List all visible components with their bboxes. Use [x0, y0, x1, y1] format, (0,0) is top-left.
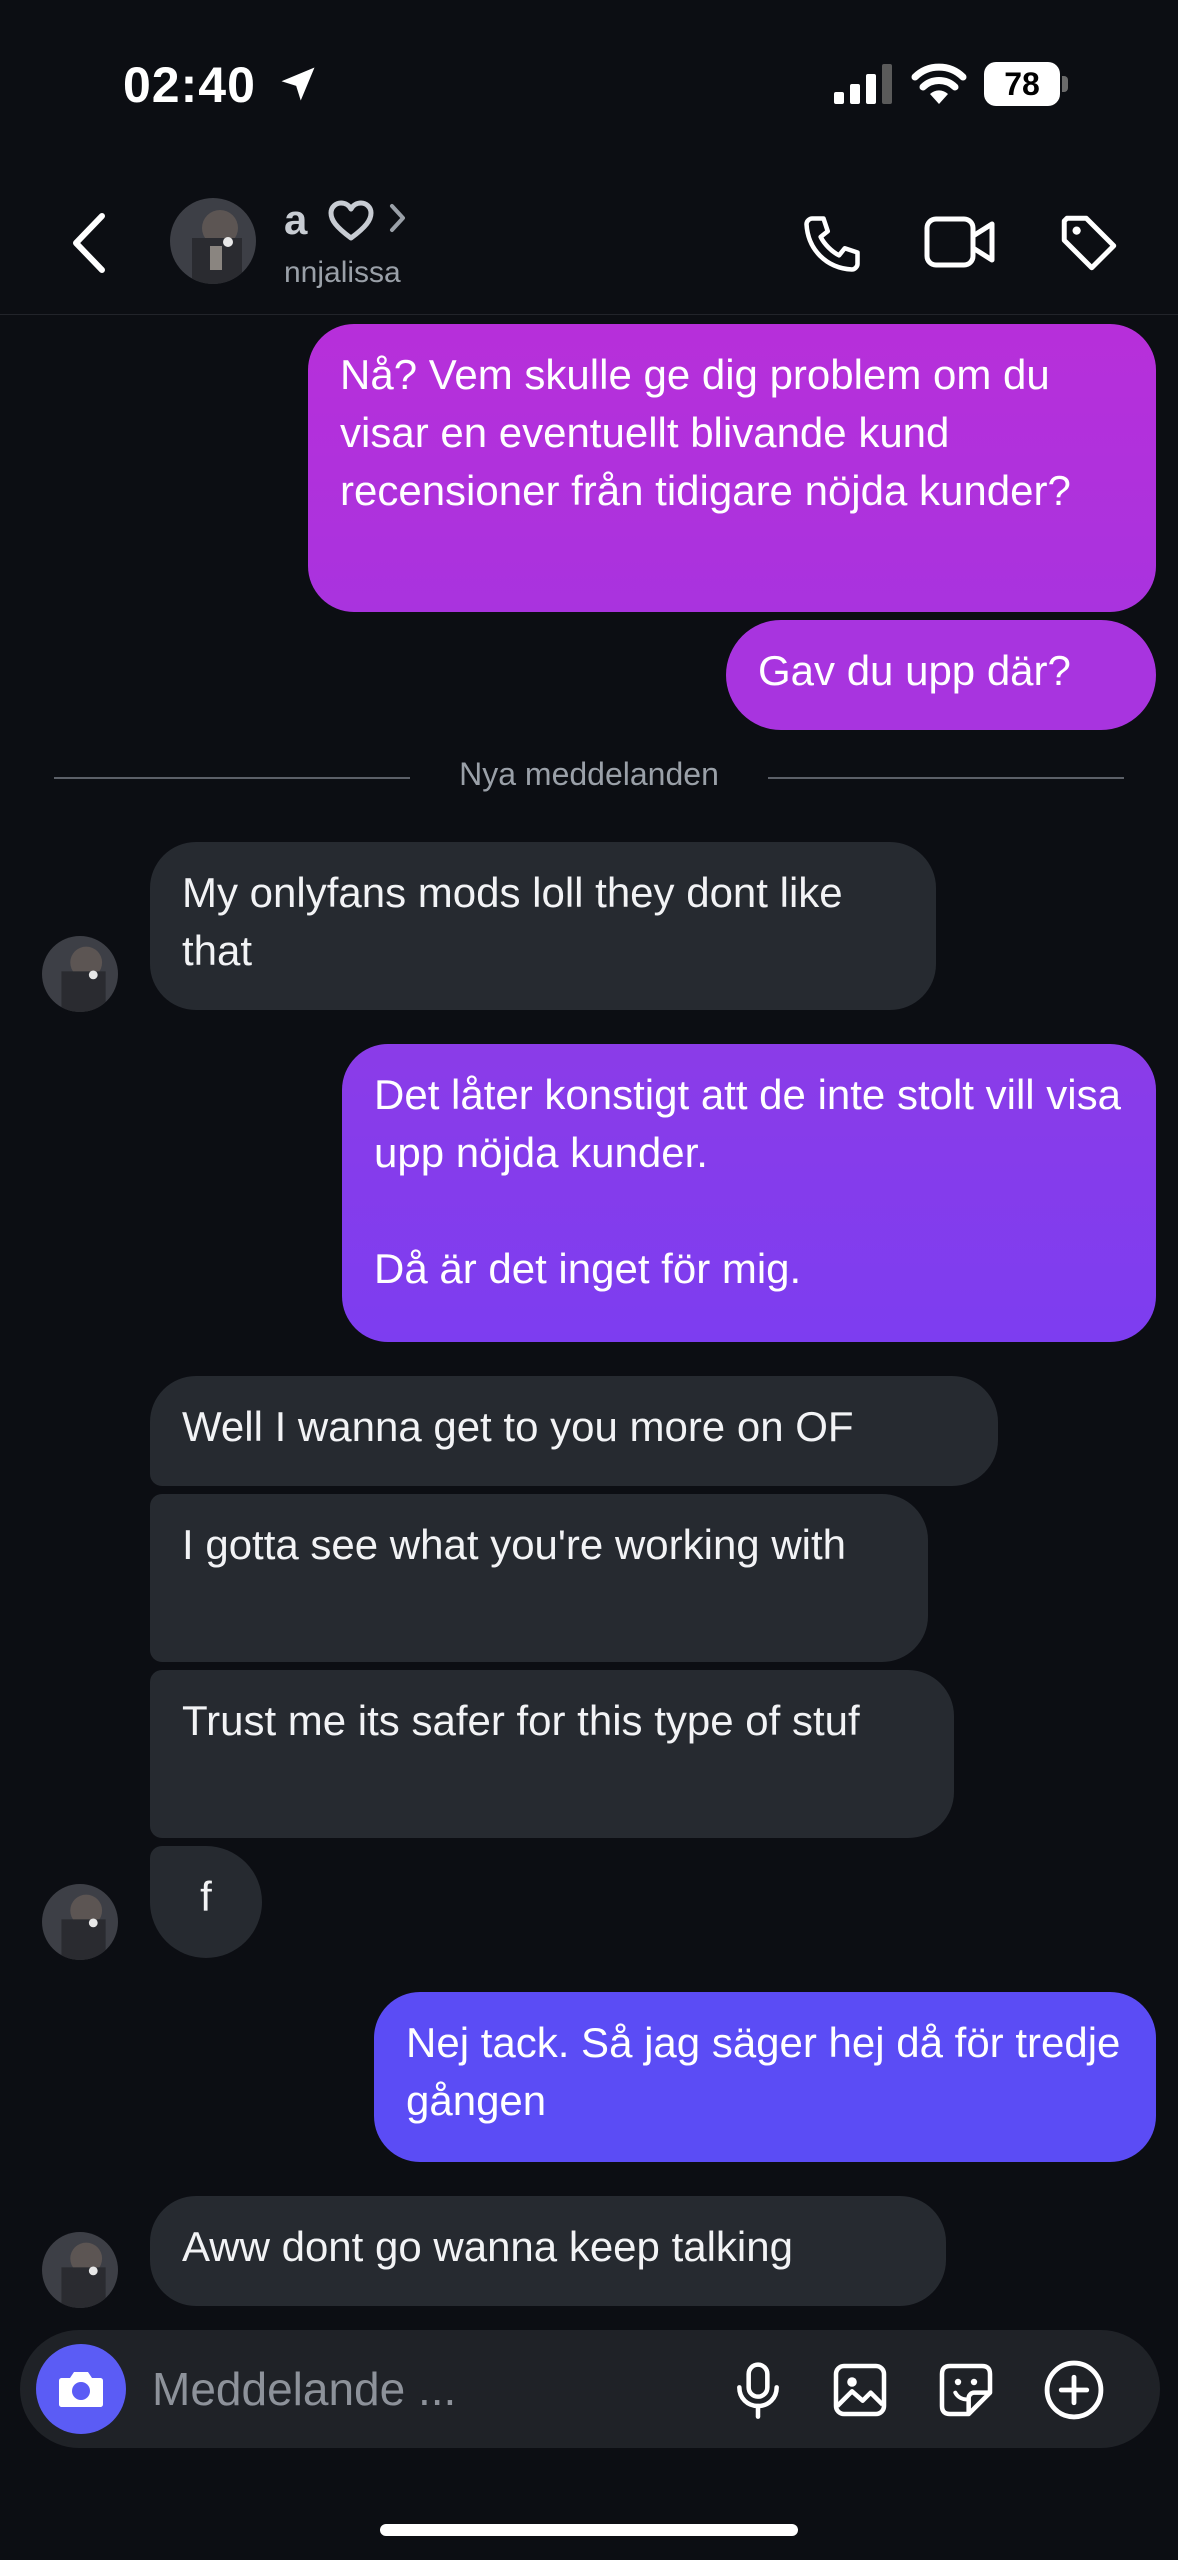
contact-username[interactable]: nnjalissa [284, 256, 401, 290]
home-indicator [380, 2524, 798, 2536]
chevron-right-icon[interactable] [388, 202, 408, 239]
sticker-icon[interactable] [934, 2358, 998, 2427]
message-input[interactable] [150, 2358, 714, 2420]
heart-icon [328, 200, 374, 247]
new-messages-divider: Nya meddelanden [54, 754, 1124, 802]
message-composer [20, 2330, 1160, 2448]
wifi-icon [910, 60, 968, 109]
battery-icon: 78 [984, 62, 1068, 106]
sender-avatar[interactable] [42, 2232, 118, 2308]
outgoing-message[interactable]: Nej tack. Så jag säger hej då för tredje… [374, 1992, 1156, 2162]
tag-icon[interactable] [1056, 210, 1122, 281]
incoming-message[interactable]: f [150, 1846, 262, 1958]
incoming-message[interactable]: Trust me its safer for this type of stuf [150, 1670, 954, 1838]
status-time: 02:40 [123, 57, 256, 113]
video-call-button[interactable] [924, 214, 996, 275]
new-messages-label: Nya meddelanden [459, 756, 719, 792]
incoming-message[interactable]: Aww dont go wanna keep talking [150, 2196, 946, 2306]
contact-name[interactable]: a [284, 196, 307, 244]
gallery-icon[interactable] [828, 2358, 892, 2427]
battery-level: 78 [1004, 66, 1040, 102]
incoming-message[interactable]: My onlyfans mods loll they dont like tha… [150, 842, 936, 1010]
status-bar: 02:40 78 [0, 0, 1178, 170]
sender-avatar[interactable] [42, 1884, 118, 1960]
audio-call-button[interactable] [798, 210, 866, 283]
microphone-icon[interactable] [726, 2358, 790, 2427]
cellular-signal-icon [834, 64, 894, 109]
back-button[interactable] [66, 208, 126, 278]
chat-header: a nnjalissa [0, 170, 1178, 315]
outgoing-message[interactable]: Det låter konstigt att de inte stolt vil… [342, 1044, 1156, 1342]
camera-button[interactable] [36, 2344, 126, 2434]
sender-avatar[interactable] [42, 936, 118, 1012]
incoming-message[interactable]: Well I wanna get to you more on OF [150, 1376, 998, 1486]
location-arrow-icon [276, 62, 320, 111]
add-icon[interactable] [1040, 2356, 1108, 2429]
outgoing-message[interactable]: Gav du upp där? [726, 620, 1156, 730]
outgoing-message[interactable]: Nå? Vem skulle ge dig problem om du visa… [308, 324, 1156, 612]
incoming-message[interactable]: I gotta see what you're working with [150, 1494, 928, 1662]
contact-avatar[interactable] [170, 198, 256, 284]
